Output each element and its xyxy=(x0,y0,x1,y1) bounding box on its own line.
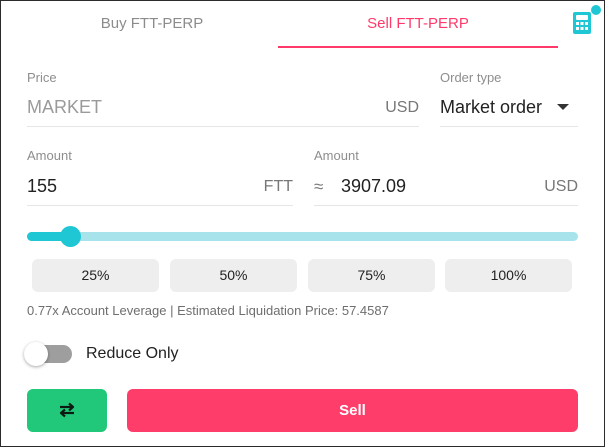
tab-buy[interactable]: Buy FTT-PERP xyxy=(27,1,277,49)
leverage-liquidation-info: 0.77x Account Leverage | Estimated Liqui… xyxy=(27,303,389,318)
amount-ftt-label: Amount xyxy=(27,148,72,163)
amount-usd-underline xyxy=(314,205,578,206)
toggle-knob xyxy=(24,342,48,366)
reduce-only-toggle[interactable] xyxy=(24,342,72,366)
amount-usd-label: Amount xyxy=(314,148,359,163)
chevron-down-icon[interactable] xyxy=(557,104,569,110)
swap-arrows-icon xyxy=(59,402,75,418)
percent-75-button[interactable]: 75% xyxy=(308,259,435,292)
reduce-only-label: Reduce Only xyxy=(86,345,179,362)
amount-ftt-unit: FTT xyxy=(263,178,293,195)
price-unit: USD xyxy=(385,99,419,116)
notification-dot xyxy=(591,5,601,15)
sell-button[interactable]: Sell xyxy=(127,389,578,432)
order-type-select[interactable]: Market order xyxy=(440,97,542,118)
price-label: Price xyxy=(27,70,57,85)
amount-ftt-underline xyxy=(27,205,293,206)
amount-usd-input[interactable]: 3907.09 xyxy=(341,176,406,197)
calculator-icon[interactable] xyxy=(572,11,592,35)
order-panel: Buy FTT-PERP Sell FTT-PERP Price MARKET … xyxy=(0,0,605,447)
swap-direction-button[interactable] xyxy=(27,389,107,432)
approx-symbol: ≈ xyxy=(314,177,324,196)
active-tab-indicator xyxy=(278,46,558,48)
price-underline xyxy=(27,126,419,127)
percent-50-button[interactable]: 50% xyxy=(170,259,297,292)
amount-slider-thumb[interactable] xyxy=(60,226,81,247)
price-input[interactable]: MARKET xyxy=(27,97,102,118)
percent-25-button[interactable]: 25% xyxy=(32,259,159,292)
order-type-label: Order type xyxy=(440,70,502,85)
amount-slider-track[interactable] xyxy=(27,232,578,241)
percent-100-button[interactable]: 100% xyxy=(445,259,572,292)
amount-ftt-input[interactable]: 155 xyxy=(27,176,57,197)
amount-usd-unit: USD xyxy=(544,178,578,195)
order-type-underline xyxy=(440,126,578,127)
tab-sell[interactable]: Sell FTT-PERP xyxy=(278,1,558,49)
